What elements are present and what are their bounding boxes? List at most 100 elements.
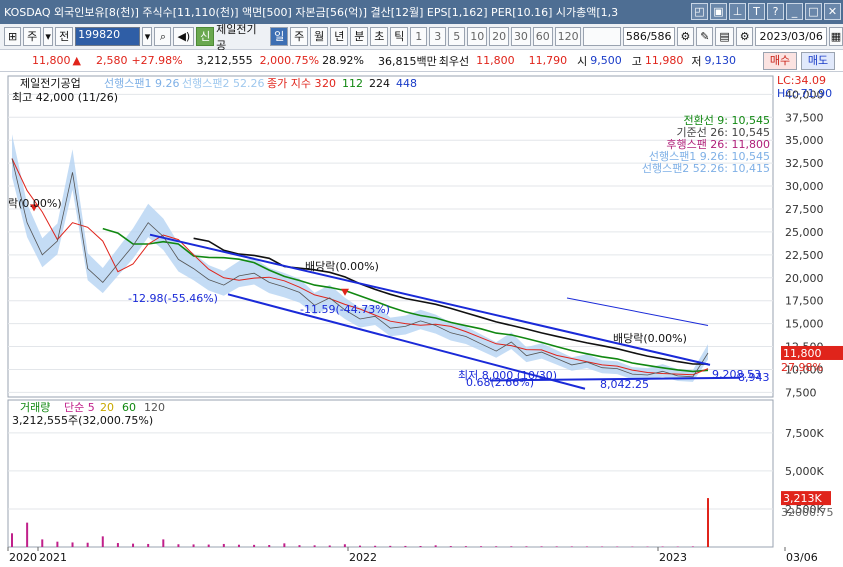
save-chart-icon[interactable]: ▤ xyxy=(715,27,734,46)
price-badge: 11,800 xyxy=(783,347,822,360)
volume-value: 3,212,555 xyxy=(196,54,253,67)
date-field[interactable]: 2023/03/06 xyxy=(755,27,827,46)
draw-tool-icon[interactable]: ✎ xyxy=(696,27,714,46)
period-select[interactable]: 주 xyxy=(23,27,42,46)
low-value: 9,130 xyxy=(704,54,737,67)
best-bid-value: 11,790 xyxy=(528,54,568,67)
period-month-button[interactable]: 월 xyxy=(310,27,329,46)
interval-30-button[interactable]: 30 xyxy=(510,27,531,46)
volume-bar xyxy=(495,546,498,547)
restore-icon[interactable]: ◰ xyxy=(691,3,708,20)
help-icon[interactable]: ? xyxy=(767,3,784,20)
period-minute-button[interactable]: 분 xyxy=(350,27,369,46)
minimize-icon[interactable]: _ xyxy=(786,3,803,20)
volume-pct-badge: 32000.75 xyxy=(781,506,834,519)
interval-input[interactable] xyxy=(583,27,622,46)
price-tick-label: 22,500 xyxy=(785,249,824,262)
volume-bar xyxy=(11,533,13,547)
x-tick-label: 2023 xyxy=(659,551,687,564)
volume-bar xyxy=(464,546,467,547)
volume-badge: 3,213K xyxy=(783,492,822,505)
volume-current: 3,212,555주(32,000.75%) xyxy=(12,414,153,427)
legend-item: 112 xyxy=(342,77,363,90)
chart-annotation: 8,042.25 xyxy=(600,378,649,391)
best-ask-label: 최우선 xyxy=(438,54,470,68)
sell-button[interactable]: 매도 xyxy=(801,52,835,70)
stock-code-input[interactable]: 199820 xyxy=(75,27,141,46)
pin-icon[interactable]: ⊥ xyxy=(729,3,746,20)
price-tick-label: 30,000 xyxy=(785,180,824,193)
interval-120-button[interactable]: 120 xyxy=(554,27,582,46)
interval-20-button[interactable]: 20 xyxy=(489,27,509,46)
legend-item: 224 xyxy=(369,77,390,90)
volume-bar xyxy=(101,536,104,547)
code-dropdown-icon[interactable]: ▾ xyxy=(142,27,153,46)
gear-icon[interactable]: ⚙ xyxy=(735,27,754,46)
chart-annotation: 락(0.00%) xyxy=(8,197,62,210)
volume-bar xyxy=(147,543,150,547)
high-label: 고 xyxy=(631,54,642,68)
volume-bar xyxy=(359,545,361,547)
x-tick-label: 2022 xyxy=(349,551,377,564)
period-second-button[interactable]: 초 xyxy=(370,27,389,46)
quote-bar: 11,800 ▲ 2,580 +27.98% 3,212,555 2,000.7… xyxy=(0,50,843,72)
volume-bar xyxy=(132,543,135,547)
chart-settings-icon[interactable]: ⚙ xyxy=(676,27,695,46)
interval-60-button[interactable]: 60 xyxy=(532,27,553,46)
interval-3-button[interactable]: 3 xyxy=(429,27,447,46)
price-tick-label: 17,500 xyxy=(785,295,824,308)
price-tick-label: 20,000 xyxy=(785,272,824,285)
close-icon[interactable]: ✕ xyxy=(824,3,841,20)
period-year-button[interactable]: 년 xyxy=(330,27,349,46)
window-controls: ◰ ▣ ⊥ T ? _ □ ✕ xyxy=(691,3,841,20)
volume-bar xyxy=(540,546,543,547)
volume-bar xyxy=(283,543,286,547)
volume-title: 거래량 xyxy=(20,401,50,414)
save-icon[interactable]: ▣ xyxy=(710,3,727,20)
period-week-button[interactable]: 주 xyxy=(290,27,309,46)
calendar-icon[interactable]: ▦ xyxy=(828,27,843,46)
volume-bar xyxy=(434,545,437,547)
interval-1-button[interactable]: 1 xyxy=(410,27,428,46)
volume-bar xyxy=(525,546,528,547)
chevron-down-icon[interactable]: ▾ xyxy=(43,27,54,46)
period-day-button[interactable]: 일 xyxy=(270,27,289,46)
volume-bar xyxy=(41,539,44,547)
interval-10-button[interactable]: 10 xyxy=(467,27,488,46)
price-tick-label: 35,000 xyxy=(785,134,824,147)
text-icon[interactable]: T xyxy=(748,3,765,20)
volume-tick-label: 7,500K xyxy=(785,427,824,440)
x-tick-label: 03/06 xyxy=(786,551,818,564)
new-listing-badge: 신 xyxy=(196,27,215,46)
stock-info-text: KOSDAQ 외국인보유[8(천)] 주식수[11,110(천)] 액면[500… xyxy=(4,6,619,19)
volume-bar xyxy=(86,542,89,547)
legend-item: 종가 지수 3 xyxy=(267,77,321,90)
volume-legend-item: 단순 5 xyxy=(64,401,95,414)
volume-bar xyxy=(56,541,59,547)
legend-item: 선행스팬2 52.26 xyxy=(182,77,264,90)
volume-bar xyxy=(192,544,195,547)
sound-icon[interactable]: ◀) xyxy=(173,27,195,46)
chart-toolbar: ⊞ 주 ▾ 전 199820 ▾ ⌕ ◀) 신 제일전기공 일 주 월 년 분 … xyxy=(0,23,843,52)
change-pct: +27.98% xyxy=(131,54,183,67)
layout-icon[interactable]: ⊞ xyxy=(4,27,22,46)
volume-bar xyxy=(253,544,256,547)
interval-5-button[interactable]: 5 xyxy=(448,27,466,46)
legend-item: 선행스팬1 9.26 xyxy=(104,77,179,90)
chart-title: 제일전기공업 xyxy=(20,76,81,90)
window-titlebar: KOSDAQ 외국인보유[8(천)] 주식수[11,110(천)] 액면[500… xyxy=(0,0,843,24)
x-tick-label: 2020 xyxy=(9,551,37,564)
period-tick-button[interactable]: 틱 xyxy=(390,27,409,46)
open-label: 시 xyxy=(577,54,588,68)
mode-select[interactable]: 전 xyxy=(55,27,74,46)
volume-bar xyxy=(404,545,407,547)
volume-bar xyxy=(177,544,180,547)
search-icon[interactable]: ⌕ xyxy=(154,27,172,46)
data-count-field[interactable]: 586/586 xyxy=(623,27,675,46)
volume-legend-item: 60 xyxy=(122,401,136,414)
price-tick-label: 32,500 xyxy=(785,157,824,170)
up-arrow-icon: ▲ xyxy=(72,54,81,67)
buy-button[interactable]: 매수 xyxy=(763,52,797,70)
lc-info: LC:34.09 xyxy=(777,74,826,87)
maximize-icon[interactable]: □ xyxy=(805,3,822,20)
